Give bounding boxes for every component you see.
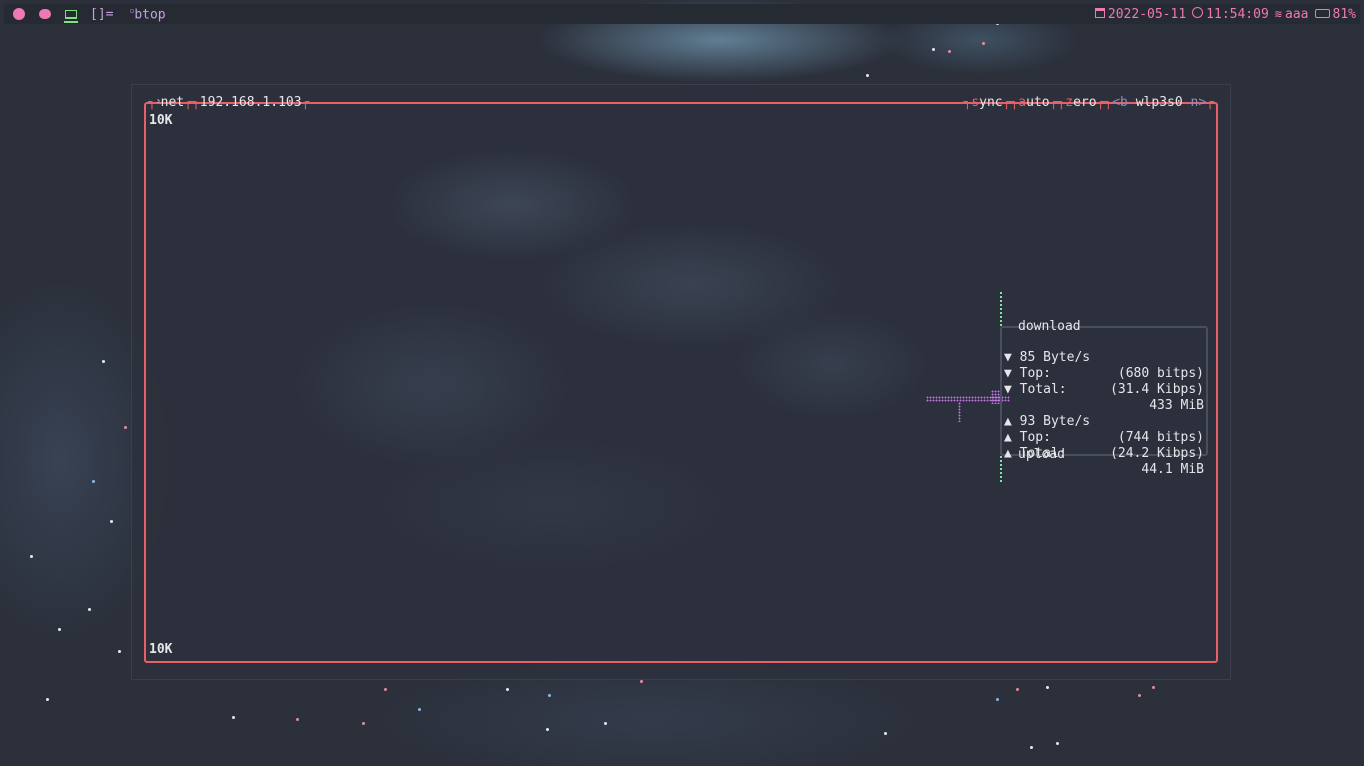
date-text: 2022-05-11 [1107,6,1187,22]
bracket: ┌ [1206,95,1214,110]
wallpaper-star [384,688,387,691]
download-top-value: (31.4 Kibps) [1110,382,1204,397]
zero-label: ero [1073,95,1097,110]
wallpaper-star [362,722,365,725]
battery-text: 81% [1332,6,1356,22]
terminal-window[interactable]: ┐ ³ net ┌┐ 192.168.1.103 ┌ ┐ sync ┌┐ auto ┌┐ … [132,85,1230,679]
auto-label: uto [1026,95,1050,110]
wallpaper-star [110,520,113,523]
download-arrow-icon: ▼ [1004,382,1012,397]
wallpaper-star [296,718,299,721]
bracket: ┌┐ [1002,95,1019,110]
wallpaper-star [30,555,33,558]
wallpaper-star [58,628,61,631]
sync-key: s [971,95,980,110]
download-rate-row: ▼ 85 Byte/s (680 bitps) [1004,334,1204,381]
calendar-icon [1094,7,1105,18]
wallpaper-star [1056,742,1059,745]
auto-key: a [1018,95,1027,110]
graph-scale-top: 10K [149,113,173,128]
wallpaper-star [102,360,105,363]
window-title-text: btop [134,7,166,23]
bracket: ┐ [148,95,156,110]
wallpaper-star [118,650,121,653]
workspace-list: []= ▫btop [4,4,166,24]
zero-button[interactable]: zero [1065,95,1096,111]
wallpaper-star [548,694,551,697]
clock-icon [1192,6,1204,18]
download-label: download [1018,319,1081,334]
wallpaper-star [546,728,549,731]
wifi-name: aaa [1285,6,1309,22]
wallpaper-star [124,426,127,429]
messenger-icon [39,9,51,19]
firefox-icon [13,8,25,20]
upload-graph-spike [958,402,961,422]
bracket: ┐ [963,95,972,110]
bracket: ┌┐ [1096,95,1113,110]
wifi-widget: ≋ aaa [1275,7,1309,22]
wallpaper-star [640,680,643,683]
net-title: net [160,95,185,110]
download-total-row: ▼ Total: 433 MiB [1004,366,1204,413]
status-bar: []= ▫btop 2022-05-11 11:54:09 ≋ aaa 81% [4,4,1360,24]
upload-top-row: ▲ Top: (24.2 Kibps) [1004,414,1204,461]
wallpaper-star [996,698,999,701]
download-total-label: Total: [1019,382,1067,397]
net-stats-box: download ▼ 85 Byte/s (680 bitps) ▼ Top: … [1000,319,1208,477]
status-right: 2022-05-11 11:54:09 ≋ aaa 81% [1094,6,1360,22]
wallpaper-star [1138,694,1141,697]
upload-label: upload [1018,447,1065,462]
upload-top-value: (24.2 Kibps) [1110,446,1204,461]
wallpaper-star [1152,686,1155,689]
clock-widget: 11:54:09 [1192,6,1269,22]
interface-name: wlp3s0 [1135,95,1183,110]
net-panel-header: ┐ ³ net ┌┐ 192.168.1.103 ┌ [148,95,309,111]
wallpaper-star [232,716,235,719]
date-widget: 2022-05-11 [1094,6,1187,22]
workspace-1[interactable] [8,4,30,24]
wallpaper-star [506,688,509,691]
workspace-3[interactable] [60,4,82,24]
wallpaper-star [46,698,49,701]
bracket: ┌┐ [184,95,200,110]
battery-icon [1314,8,1330,18]
wallpaper-star [418,708,421,711]
layout-indicator[interactable]: []= [90,7,113,22]
net-panel: ┐ ³ net ┌┐ 192.168.1.103 ┌ ┐ sync ┌┐ auto ┌┐ … [144,95,1218,663]
download-top-row: ▼ Top: (31.4 Kibps) [1004,350,1204,397]
ip-address: 192.168.1.103 [199,95,302,110]
wallpaper-star [982,42,985,45]
prev-interface-button[interactable]: <b [1112,95,1128,111]
wallpaper-star [948,50,951,53]
auto-button[interactable]: auto [1018,95,1049,111]
wallpaper-star [88,608,91,611]
upload-total-row: ▲ Total: 44.1 MiB [1004,430,1204,477]
bracket: ┌ [301,95,310,110]
workspace-2[interactable] [34,4,56,24]
window-title: ▫btop [129,6,165,22]
time-text: 11:54:09 [1206,6,1269,22]
upload-rate-row: ▲ 93 Byte/s (744 bitps) [1004,398,1204,445]
wallpaper-star [932,48,935,51]
upload-total-value: 44.1 MiB [1141,462,1204,477]
sync-button[interactable]: sync [971,95,1002,111]
wallpaper-star [604,722,607,725]
net-controls: ┐ sync ┌┐ auto ┌┐ zero ┌┐ <b wlp3s0 n> ┌ [964,95,1215,111]
wallpaper-star [1046,686,1049,689]
wifi-icon: ≋ [1274,6,1283,21]
wallpaper-star [866,74,869,77]
battery-widget: 81% [1314,6,1356,22]
wallpaper-star [92,480,95,483]
wallpaper-star [1030,746,1033,749]
next-interface-button[interactable]: n> [1191,95,1207,111]
wallpaper-star [884,732,887,735]
wallpaper-star [1016,688,1019,691]
sync-label: ync [979,95,1003,110]
graph-scale-bottom: 10K [149,642,173,657]
zero-key: z [1065,95,1074,110]
bracket: ┌┐ [1049,95,1066,110]
laptop-icon [65,9,77,19]
upload-arrow-icon: ▲ [1004,446,1012,461]
